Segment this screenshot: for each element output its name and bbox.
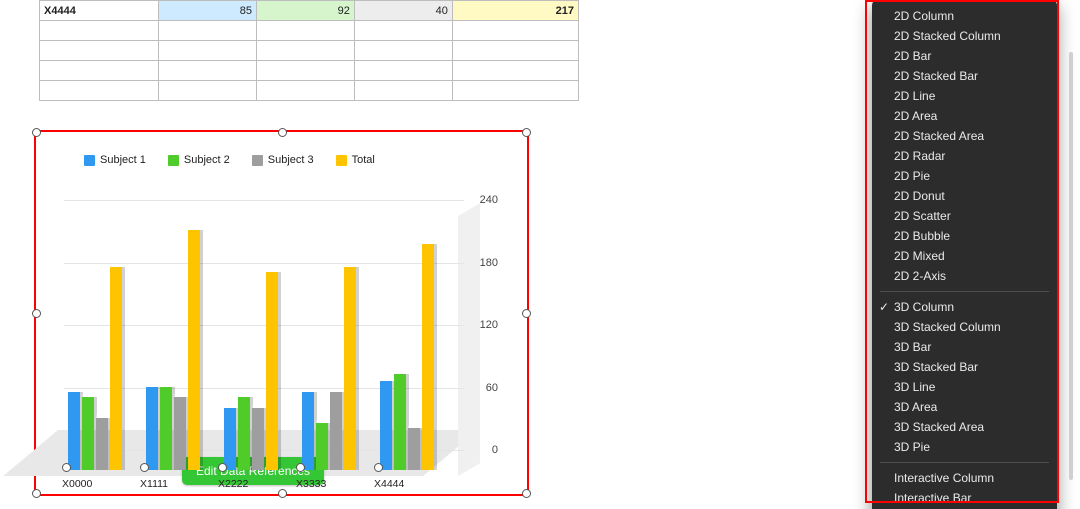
chart-type-3d-bar[interactable]: 3D Bar xyxy=(872,337,1057,357)
bar xyxy=(422,244,434,470)
bar xyxy=(188,230,200,470)
category-label: X3333 xyxy=(296,478,326,490)
bar-group: X3333 xyxy=(302,267,372,470)
bar xyxy=(302,392,314,470)
chart-type-2d-donut[interactable]: 2D Donut xyxy=(872,186,1057,206)
chart-type-2d-pie[interactable]: 2D Pie xyxy=(872,166,1057,186)
bar xyxy=(266,272,278,470)
category-label: X1111 xyxy=(140,478,168,490)
bar xyxy=(380,381,392,470)
chart-type-2d-bar[interactable]: 2D Bar xyxy=(872,46,1057,66)
chart-type-2d-mixed[interactable]: 2D Mixed xyxy=(872,246,1057,266)
chart-type-2d-area[interactable]: 2D Area xyxy=(872,106,1057,126)
bar xyxy=(224,408,236,471)
chart-type-3d-stacked-area[interactable]: 3D Stacked Area xyxy=(872,417,1057,437)
scrollbar[interactable] xyxy=(1069,52,1073,480)
chart-type-3d-stacked-column[interactable]: 3D Stacked Column xyxy=(872,317,1057,337)
legend-item: Subject 1 xyxy=(84,154,146,166)
bar xyxy=(344,267,356,470)
chart-type-2d-stacked-area[interactable]: 2D Stacked Area xyxy=(872,126,1057,146)
cell-total[interactable]: 217 xyxy=(452,1,578,21)
cell-subject3[interactable]: 40 xyxy=(354,1,452,21)
chart-type-2d-scatter[interactable]: 2D Scatter xyxy=(872,206,1057,226)
chart-type-3d-column[interactable]: 3D Column xyxy=(872,297,1057,317)
bar xyxy=(96,418,108,470)
bar xyxy=(238,397,250,470)
category-label: X0000 xyxy=(62,478,92,490)
chart-type-3d-pie[interactable]: 3D Pie xyxy=(872,437,1057,457)
chart-type-2d-stacked-bar[interactable]: 2D Stacked Bar xyxy=(872,66,1057,86)
bar xyxy=(160,387,172,470)
chart-type-interactive-column[interactable]: Interactive Column xyxy=(872,468,1057,488)
legend-item: Total xyxy=(336,154,375,166)
y-axis: 060120180240 xyxy=(468,200,498,470)
category-label: X4444 xyxy=(374,478,404,490)
chart-type-2d-radar[interactable]: 2D Radar xyxy=(872,146,1057,166)
chart-type-interactive-bar[interactable]: Interactive Bar xyxy=(872,488,1057,508)
chart-legend: Subject 1 Subject 2 Subject 3 Total xyxy=(84,154,375,166)
bar-group: X4444 xyxy=(380,244,450,470)
bar xyxy=(68,392,80,470)
bar-group: X2222 xyxy=(224,272,294,470)
bar xyxy=(316,423,328,470)
cell-subject2[interactable]: 92 xyxy=(256,1,354,21)
chart-type-3d-stacked-bar[interactable]: 3D Stacked Bar xyxy=(872,357,1057,377)
chart-selection[interactable]: Subject 1 Subject 2 Subject 3 Total 0601201… xyxy=(34,130,529,496)
bar xyxy=(110,267,122,470)
chart-type-2d-2-axis[interactable]: 2D 2-Axis xyxy=(872,266,1057,286)
bar xyxy=(252,408,264,471)
menu-separator xyxy=(880,462,1049,463)
bar xyxy=(330,392,342,470)
bar xyxy=(408,428,420,470)
spreadsheet-fragment[interactable]: X4444 85 92 40 217 xyxy=(39,0,579,101)
chart-plot: 060120180240 X0000X1111X2222X3333X4444 xyxy=(64,200,464,470)
bar xyxy=(174,397,186,470)
bar xyxy=(82,397,94,470)
chart-type-2d-column[interactable]: 2D Column xyxy=(872,6,1057,26)
bar xyxy=(394,374,406,470)
chart-type-menu[interactable]: 2D Column2D Stacked Column2D Bar2D Stack… xyxy=(872,0,1057,509)
chart-type-3d-area[interactable]: 3D Area xyxy=(872,397,1057,417)
chart-type-3d-line[interactable]: 3D Line xyxy=(872,377,1057,397)
menu-separator xyxy=(880,291,1049,292)
chart-type-2d-bubble[interactable]: 2D Bubble xyxy=(872,226,1057,246)
bar-group: X0000 xyxy=(68,267,138,470)
chart-type-2d-line[interactable]: 2D Line xyxy=(872,86,1057,106)
category-label: X2222 xyxy=(218,478,248,490)
bar-group: X1111 xyxy=(146,230,216,470)
row-label[interactable]: X4444 xyxy=(40,1,159,21)
legend-item: Subject 2 xyxy=(168,154,230,166)
legend-item: Subject 3 xyxy=(252,154,314,166)
cell-subject1[interactable]: 85 xyxy=(159,1,257,21)
chart-type-2d-stacked-column[interactable]: 2D Stacked Column xyxy=(872,26,1057,46)
bar xyxy=(146,387,158,470)
